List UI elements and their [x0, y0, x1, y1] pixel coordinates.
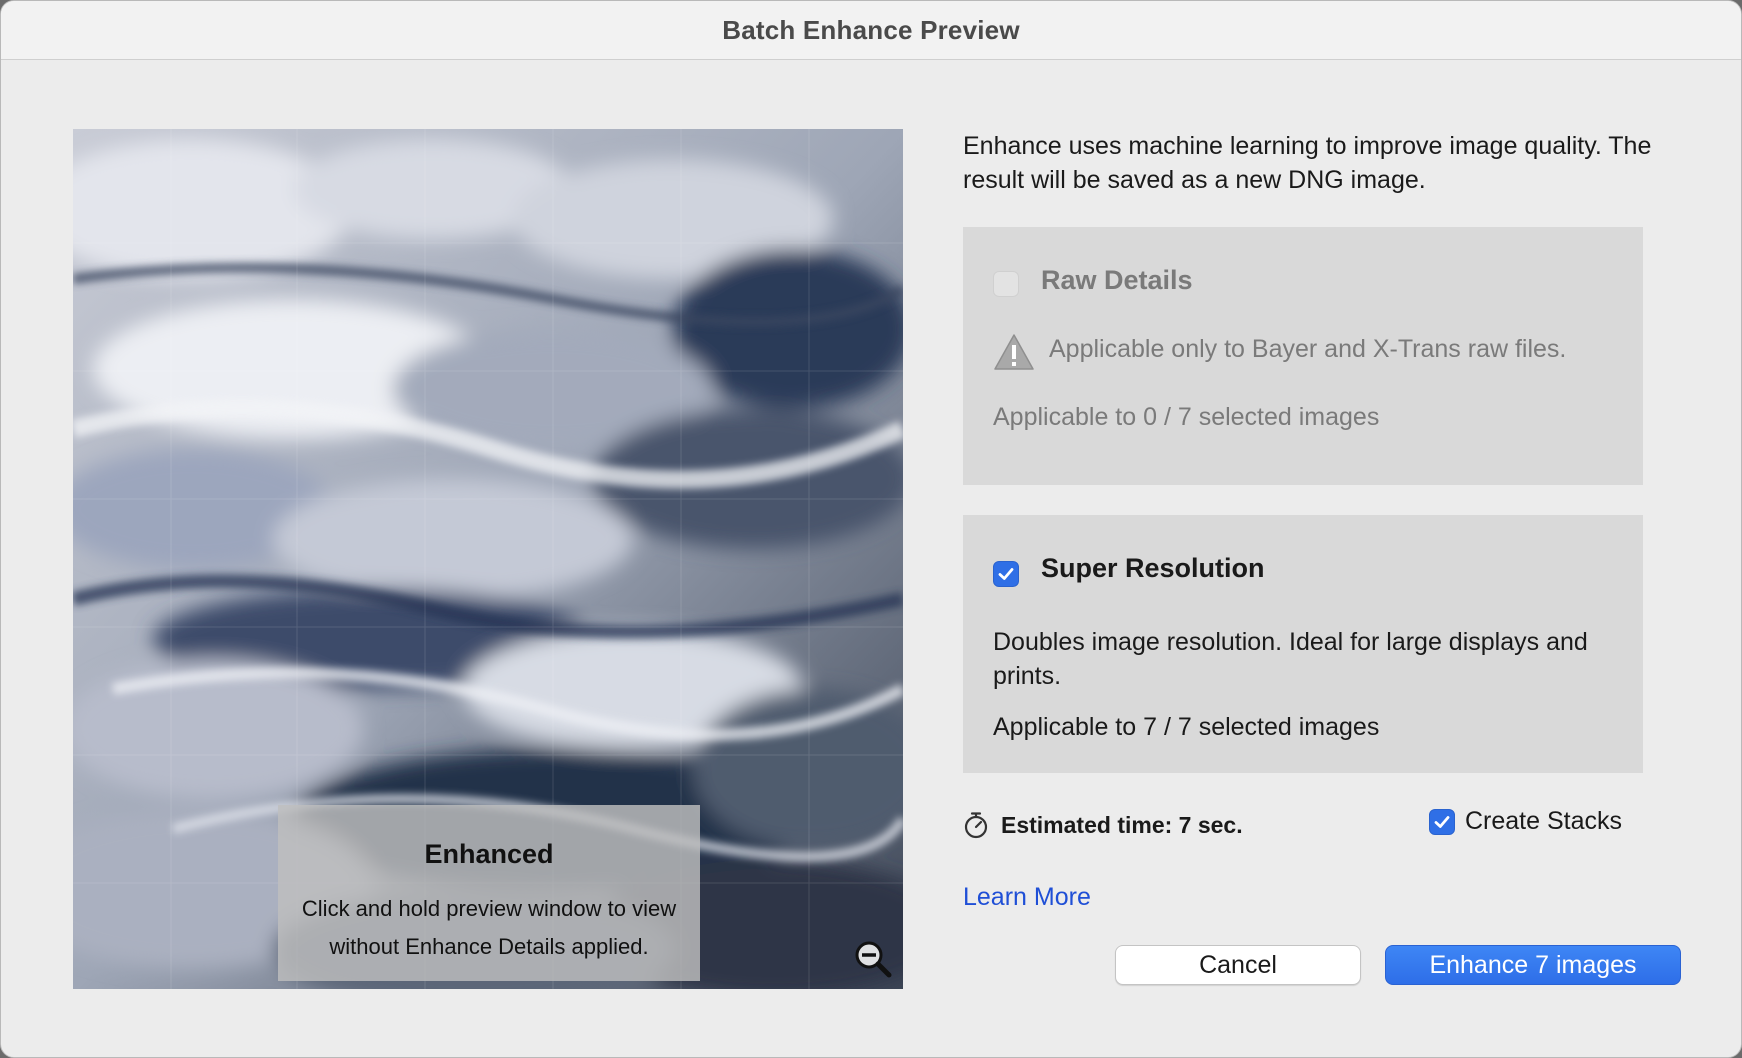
enhanced-overlay: Enhanced Click and hold preview window t… — [278, 805, 700, 981]
create-stacks-checkbox[interactable] — [1429, 808, 1455, 835]
checkmark-icon — [998, 568, 1014, 580]
estimated-time-text: Estimated time: 7 sec. — [1001, 811, 1243, 838]
enhance-button[interactable]: Enhance 7 images — [1385, 945, 1681, 985]
checkmark-icon — [1434, 815, 1450, 828]
timer-icon — [964, 812, 988, 839]
super-resolution-applicable: Applicable to 7 / 7 selected images — [993, 713, 1380, 741]
super-resolution-description: Doubles image resolution. Ideal for larg… — [993, 628, 1588, 690]
super-resolution-label: Super Resolution — [1041, 553, 1265, 583]
cancel-button[interactable]: Cancel — [1115, 945, 1361, 985]
create-stacks-label: Create Stacks — [1465, 807, 1623, 835]
create-stacks-option[interactable]: Create Stacks — [1429, 807, 1622, 836]
intro-text: Enhance uses machine learning to improve… — [963, 132, 1652, 194]
raw-details-applicable: Applicable to 0 / 7 selected images — [993, 403, 1380, 431]
super-resolution-panel: Super Resolution Doubles image resolutio… — [963, 515, 1643, 773]
overlay-hint: Click and hold preview window to view wi… — [301, 896, 677, 959]
learn-more-link[interactable]: Learn More — [963, 883, 1091, 912]
raw-details-panel: Raw Details Applicable only to Bayer and… — [963, 227, 1643, 485]
super-resolution-checkbox[interactable] — [993, 561, 1019, 587]
overlay-title: Enhanced — [424, 839, 554, 869]
raw-details-checkbox[interactable] — [993, 271, 1019, 297]
raw-details-warning: Applicable only to Bayer and X-Trans raw… — [1049, 335, 1567, 363]
title-bar: Batch Enhance Preview — [1, 1, 1741, 60]
zoom-out-icon[interactable] — [853, 939, 893, 979]
warning-icon — [994, 334, 1034, 370]
dialog-title: Batch Enhance Preview — [722, 14, 1020, 45]
batch-enhance-dialog: Batch Enhance Preview Enhanced Click and… — [0, 0, 1742, 1058]
estimated-time: Estimated time: 7 sec. — [963, 811, 1243, 839]
raw-details-label: Raw Details — [1041, 265, 1193, 295]
preview-window[interactable]: Enhanced Click and hold preview window t… — [73, 129, 903, 989]
